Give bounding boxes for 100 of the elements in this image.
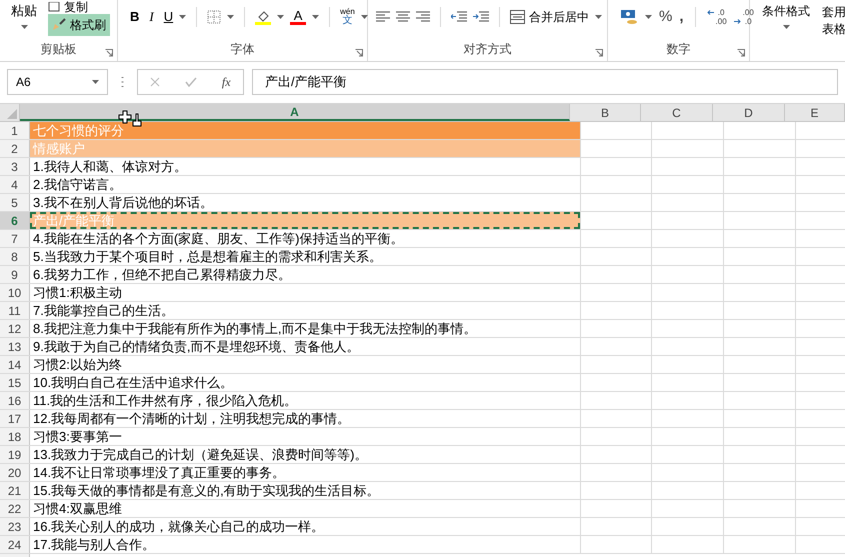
row-header[interactable]: 14 (0, 356, 30, 373)
dialog-launcher-icon[interactable] (595, 49, 603, 57)
dialog-launcher-icon[interactable] (737, 49, 745, 57)
paste-button[interactable]: 粘贴 (11, 4, 37, 17)
row-header[interactable]: 3 (0, 158, 30, 175)
row-header[interactable]: 19 (0, 446, 30, 463)
cell-text[interactable]: 16.我关心别人的成功，就像关心自己的成功一样。 (30, 518, 580, 535)
row-header[interactable]: 4 (0, 176, 30, 193)
increase-decimal-button[interactable]: .0 .00 (706, 8, 727, 26)
group-label: 剪贴板 (40, 43, 76, 55)
caret-icon (312, 15, 320, 19)
cell-text[interactable]: 11.我的生活和工作井然有序，很少陷入危机。 (30, 392, 580, 409)
caret-icon (92, 80, 99, 84)
font-color-button[interactable]: A (290, 9, 306, 25)
cell-text[interactable]: 12.我每周都有一个清晰的计划，注明我想完成的事情。 (30, 410, 580, 427)
row-header[interactable]: 20 (0, 464, 30, 481)
column-header[interactable]: A (20, 104, 570, 121)
cell-text[interactable]: 8.我把注意力集中于我能有所作为的事情上,而不是集中于我无法控制的事情。 (30, 320, 580, 337)
caret-icon (782, 25, 790, 29)
caret-icon (360, 15, 368, 19)
increase-indent-icon[interactable] (473, 11, 489, 23)
row-header[interactable]: 17 (0, 410, 30, 427)
corner-triangle-icon (7, 109, 17, 119)
row-header[interactable]: 7 (0, 230, 30, 247)
row-header[interactable]: 11 (0, 302, 30, 319)
cell-text[interactable]: 2.我信守诺言。 (30, 176, 580, 193)
caret-icon (645, 15, 652, 19)
right-arrow-icon (734, 19, 741, 24)
cell-text[interactable]: 10.我明白自己在生活中追求什么。 (30, 374, 580, 391)
row-header[interactable]: 16 (0, 392, 30, 409)
left-arrow-icon (706, 10, 714, 15)
decrease-decimal-button[interactable]: .00 .0 (734, 8, 754, 26)
row-header[interactable]: 6 (0, 212, 30, 229)
group-label: 对齐方式 (464, 43, 512, 55)
caret-icon (277, 15, 284, 19)
align-icon[interactable] (376, 11, 390, 23)
row-header[interactable]: 13 (0, 338, 30, 355)
dialog-launcher-icon[interactable] (105, 49, 113, 57)
caret-icon (179, 15, 186, 19)
row-header[interactable]: 1 (0, 122, 30, 139)
row-header[interactable]: 22 (0, 500, 30, 517)
name-box[interactable]: A6 (7, 68, 108, 94)
row-header[interactable]: 15 (0, 374, 30, 391)
row-header[interactable]: 8 (0, 248, 30, 265)
italic-button[interactable]: I (145, 7, 158, 27)
caret-icon (595, 15, 602, 19)
column-header[interactable]: B (570, 104, 641, 121)
borders-icon[interactable] (207, 10, 222, 24)
decrease-indent-icon[interactable] (451, 11, 467, 23)
row-header[interactable]: 23 (0, 518, 30, 535)
cell-text[interactable]: 1.我待人和蔼、体谅对方。 (30, 158, 580, 175)
row-header[interactable]: 21 (0, 482, 30, 499)
color-bar-icon (290, 22, 306, 25)
align-icon[interactable] (396, 11, 410, 23)
merge-center-button[interactable]: 合并后居中 (510, 8, 589, 26)
cell-text[interactable]: 3.我不在别人背后说他的坏话。 (30, 194, 580, 211)
cell-text[interactable]: 习惯4:双赢思维 (30, 500, 580, 517)
cell-text[interactable]: 14.我不让日常琐事埋没了真正重要的事务。 (30, 464, 580, 481)
underline-button[interactable]: U (164, 7, 174, 27)
fill-color-icon[interactable] (255, 9, 272, 25)
row-header[interactable]: 12 (0, 320, 30, 337)
group-label: 字体 (230, 43, 254, 55)
format-painter-button[interactable]: 格式刷 (48, 14, 110, 36)
comma-button[interactable]: , (679, 6, 684, 28)
currency-icon[interactable] (620, 9, 638, 25)
column-header[interactable]: C (641, 104, 713, 121)
column-header[interactable]: E (785, 104, 845, 121)
group-label: 数字 (666, 43, 690, 55)
cell-text[interactable]: 17.我能与别人合作。 (30, 536, 580, 553)
row-header[interactable]: 2 (0, 140, 30, 157)
insert-function-button[interactable]: fx (222, 72, 231, 90)
column-header[interactable]: D (713, 104, 785, 121)
cell-text[interactable]: 7.我能掌控自己的生活。 (30, 302, 580, 319)
percent-button[interactable]: % (659, 6, 672, 28)
row-header[interactable]: 24 (0, 536, 30, 553)
caret-icon (20, 25, 28, 29)
caret-icon (227, 15, 234, 19)
cell-text[interactable]: 15.我每天做的事情都是有意义的,有助于实现我的生活目标。 (30, 482, 580, 499)
row-header[interactable]: 5 (0, 194, 30, 211)
copy-icon (48, 2, 60, 12)
dialog-launcher-icon[interactable] (355, 49, 363, 57)
copy-button[interactable]: 复制 (64, 1, 88, 13)
cell-text[interactable]: 习惯1:积极主动 (30, 284, 580, 301)
row-header[interactable]: 10 (0, 284, 30, 301)
conditional-format-button[interactable]: 条件格式 (762, 4, 810, 19)
row-header[interactable]: 9 (0, 266, 30, 283)
cell-text[interactable]: 5.当我致力于某个项目时，总是想着雇主的需求和利害关系。 (30, 248, 580, 265)
cell-text[interactable]: 13.我致力于完成自己的计划（避免延误、浪费时间等等)。 (30, 446, 580, 463)
cell-text[interactable]: 习惯3:要事第一 (30, 428, 580, 445)
row-header[interactable]: 18 (0, 428, 30, 445)
align-icon[interactable] (416, 11, 430, 23)
phonetic-button[interactable]: wén 文 (340, 8, 355, 26)
merge-icon (510, 10, 525, 24)
cell-text[interactable]: 习惯2:以始为终 (30, 356, 580, 373)
cell-text[interactable]: 6.我努力工作，但绝不把自己累得精疲力尽。 (30, 266, 580, 283)
cell-text[interactable]: 4.我能在生活的各个方面(家庭、朋友、工作等)保持适当的平衡。 (30, 230, 580, 247)
cell-text[interactable]: 9.我敢于为自己的情绪负责,而不是埋怨环境、责备他人。 (30, 338, 580, 355)
bold-button[interactable]: B (130, 7, 140, 27)
paintbrush-icon (52, 18, 66, 32)
formula-field[interactable]: 产出/产能平衡 (252, 68, 838, 94)
